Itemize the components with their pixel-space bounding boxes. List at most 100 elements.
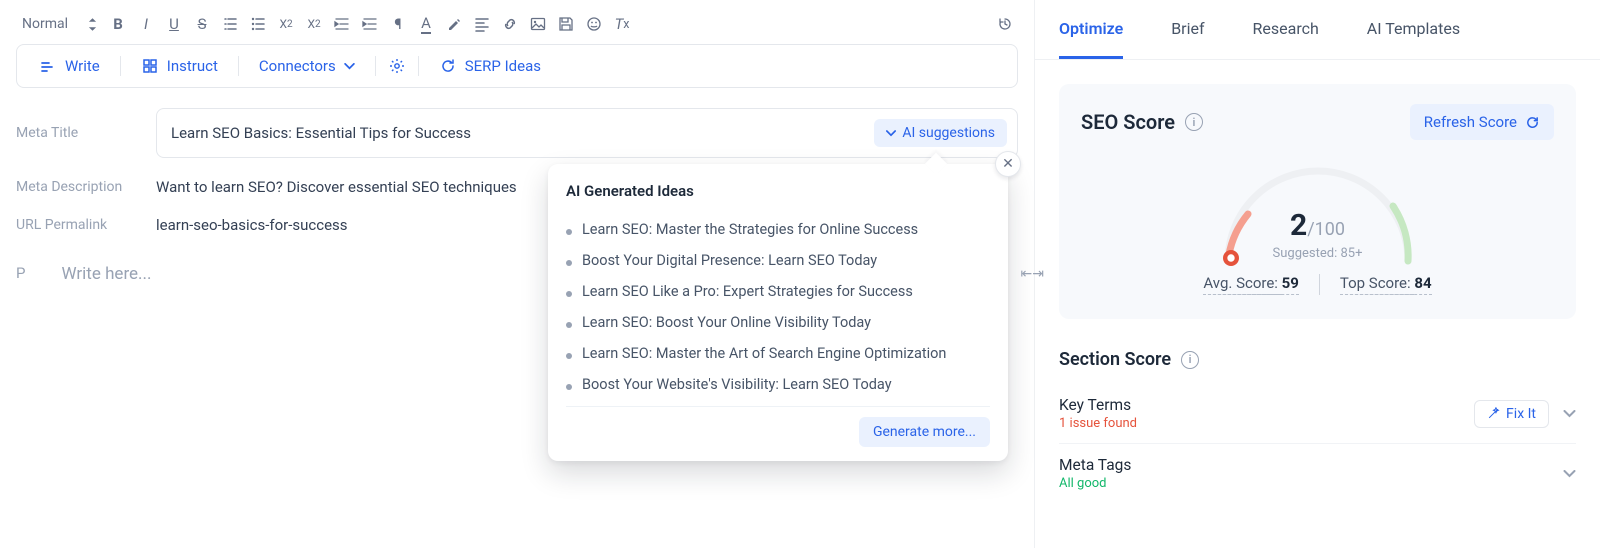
clear-format-icon[interactable]: Tx: [611, 13, 633, 35]
ai-ideas-title: AI Generated Ideas: [566, 182, 990, 200]
fix-it-button[interactable]: Fix It: [1474, 400, 1549, 428]
meta-title-row: Learn SEO Basics: Essential Tips for Suc…: [156, 108, 1018, 158]
paragraph-style-select[interactable]: Normal: [18, 12, 101, 36]
select-arrows-icon: [88, 18, 97, 31]
link-icon[interactable]: [499, 13, 521, 35]
ordered-list-icon[interactable]: [219, 13, 241, 35]
paragraph-style-label: Normal: [22, 16, 68, 32]
instruct-icon: [141, 57, 159, 75]
write-icon: [39, 57, 57, 75]
section-score-title-text: Section Score: [1059, 349, 1171, 370]
serp-ideas-button[interactable]: SERP Ideas: [431, 55, 549, 77]
separator: [375, 56, 376, 76]
paragraph-direction-icon[interactable]: ¶: [387, 13, 409, 35]
url-permalink-label: URL Permalink: [16, 217, 156, 233]
ai-ideas-popover: ✕ AI Generated Ideas Learn SEO: Master t…: [548, 164, 1008, 461]
close-icon[interactable]: ✕: [995, 151, 1021, 177]
section-score: Section Score i Key Terms 1 issue found …: [1059, 349, 1576, 503]
avg-score: Avg. Score: 59: [1203, 274, 1298, 295]
ai-toolbar: Write Instruct Connectors SERP Ideas: [16, 44, 1018, 88]
info-icon[interactable]: i: [1185, 113, 1203, 131]
ai-suggestions-button[interactable]: AI suggestions: [874, 119, 1007, 147]
save-icon[interactable]: [555, 13, 577, 35]
separator: [238, 56, 239, 76]
ai-idea-text: Boost Your Digital Presence: Learn SEO T…: [582, 252, 877, 269]
settings-icon[interactable]: [388, 57, 406, 75]
resize-handle-icon[interactable]: ⇤⇥: [1021, 266, 1044, 282]
serp-label: SERP Ideas: [465, 57, 541, 75]
history-icon[interactable]: [994, 13, 1016, 35]
bullet-icon: [566, 353, 572, 359]
subscript-icon[interactable]: X2: [275, 13, 297, 35]
meta-title-input[interactable]: Learn SEO Basics: Essential Tips for Suc…: [171, 124, 471, 142]
score-stats: Avg. Score: 59 Top Score: 84: [1203, 274, 1431, 295]
ai-idea-text: Learn SEO: Master the Art of Search Engi…: [582, 345, 946, 362]
ai-ideas-list: Learn SEO: Master the Strategies for Onl…: [566, 214, 990, 400]
superscript-icon[interactable]: X2: [303, 13, 325, 35]
ai-idea-item[interactable]: Boost Your Digital Presence: Learn SEO T…: [566, 245, 990, 276]
sidebar-tabs: Optimize Brief Research AI Templates: [1035, 0, 1600, 60]
tab-brief[interactable]: Brief: [1171, 0, 1204, 59]
text-color-icon[interactable]: A: [415, 13, 437, 35]
chevron-down-icon: [886, 130, 896, 137]
editor-placeholder: Write here...: [61, 264, 151, 284]
ai-idea-item[interactable]: Learn SEO Like a Pro: Expert Strategies …: [566, 276, 990, 307]
bullet-icon: [566, 322, 572, 328]
tab-research[interactable]: Research: [1253, 0, 1319, 59]
ai-suggestions-label: AI suggestions: [902, 125, 995, 141]
unordered-list-icon[interactable]: [247, 13, 269, 35]
generate-more-button[interactable]: Generate more...: [859, 417, 990, 447]
magic-wand-icon: [1487, 407, 1500, 420]
fix-it-label: Fix It: [1506, 406, 1536, 422]
paragraph-marker: P: [16, 264, 25, 282]
score-gauge: 2/100 Suggested: 85+: [1198, 156, 1438, 256]
ai-idea-item[interactable]: Learn SEO: Boost Your Online Visibility …: [566, 307, 990, 338]
bold-icon[interactable]: B: [107, 13, 129, 35]
section-row-meta-tags[interactable]: Meta Tags All good: [1059, 444, 1576, 503]
ai-idea-text: Learn SEO: Boost Your Online Visibility …: [582, 314, 871, 331]
score-suggested: Suggested: 85+: [1198, 246, 1438, 261]
ai-idea-text: Learn SEO: Master the Strategies for Onl…: [582, 221, 918, 238]
italic-icon[interactable]: I: [135, 13, 157, 35]
ai-idea-text: Learn SEO Like a Pro: Expert Strategies …: [582, 283, 913, 300]
indent-decrease-icon[interactable]: [331, 13, 353, 35]
score-denominator: /100: [1307, 219, 1345, 240]
separator: [1319, 274, 1320, 295]
connectors-button[interactable]: Connectors: [251, 55, 363, 77]
separator: [418, 56, 419, 76]
section-score-title: Section Score i: [1059, 349, 1576, 370]
bullet-icon: [566, 291, 572, 297]
section-name: Meta Tags: [1059, 456, 1131, 474]
chevron-down-icon: [344, 63, 355, 70]
seo-score-card: SEO Score i Refresh Score 2/100: [1059, 84, 1576, 319]
write-label: Write: [65, 57, 100, 75]
ai-idea-text: Boost Your Website's Visibility: Learn S…: [582, 376, 892, 393]
tab-templates[interactable]: AI Templates: [1367, 0, 1460, 59]
section-name: Key Terms: [1059, 396, 1137, 414]
refresh-score-button[interactable]: Refresh Score: [1410, 104, 1554, 140]
ai-idea-item[interactable]: Learn SEO: Master the Art of Search Engi…: [566, 338, 990, 369]
refresh-icon: [1525, 115, 1540, 130]
chevron-down-icon[interactable]: [1563, 470, 1576, 478]
chevron-down-icon[interactable]: [1563, 410, 1576, 418]
highlight-icon[interactable]: [443, 13, 465, 35]
ai-idea-item[interactable]: Learn SEO: Master the Strategies for Onl…: [566, 214, 990, 245]
ai-idea-item[interactable]: Boost Your Website's Visibility: Learn S…: [566, 369, 990, 400]
image-icon[interactable]: [527, 13, 549, 35]
section-row-key-terms[interactable]: Key Terms 1 issue found Fix It: [1059, 384, 1576, 444]
format-toolbar: Normal B I U S X2 X2 ¶ A Tx: [16, 8, 1018, 44]
tab-optimize[interactable]: Optimize: [1059, 0, 1123, 59]
seo-score-title-text: SEO Score: [1081, 110, 1175, 134]
section-status: All good: [1059, 476, 1131, 491]
underline-icon[interactable]: U: [163, 13, 185, 35]
bullet-icon: [566, 260, 572, 266]
strikethrough-icon[interactable]: S: [191, 13, 213, 35]
emoji-icon[interactable]: [583, 13, 605, 35]
refresh-icon: [439, 57, 457, 75]
instruct-button[interactable]: Instruct: [133, 55, 226, 77]
write-button[interactable]: Write: [31, 55, 108, 77]
align-icon[interactable]: [471, 13, 493, 35]
indent-increase-icon[interactable]: [359, 13, 381, 35]
info-icon[interactable]: i: [1181, 351, 1199, 369]
score-value: 2: [1290, 208, 1307, 243]
